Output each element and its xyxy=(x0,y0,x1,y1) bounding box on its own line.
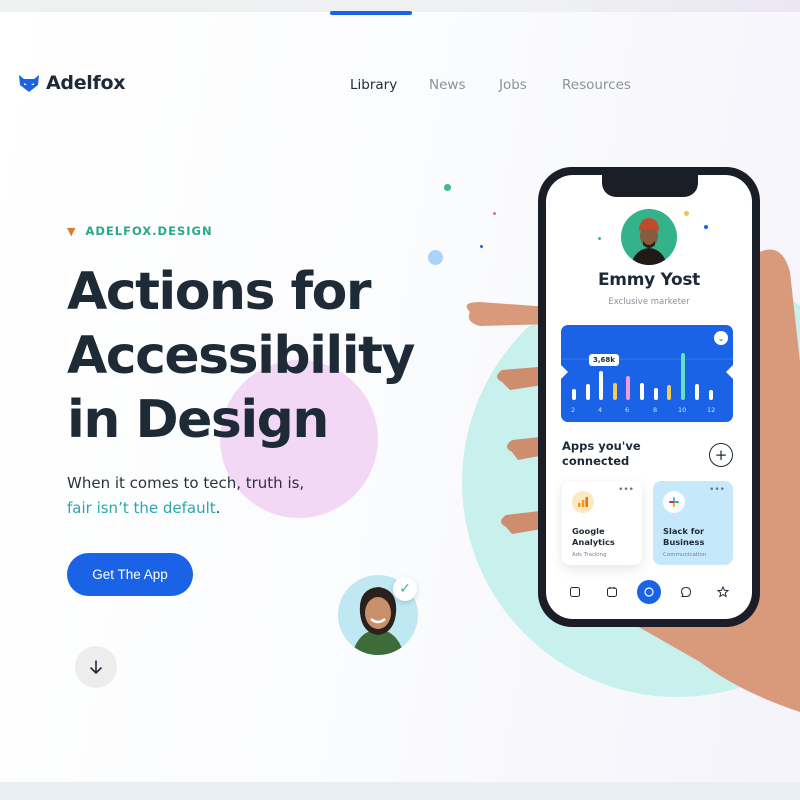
subtitle-period: . xyxy=(215,499,221,517)
fox-emoji-icon: ▼ xyxy=(67,224,76,238)
phone-screen: Emmy Yost Exclusive marketer 3,68k ⌄ 2 4… xyxy=(546,175,752,619)
brand-name: Adelfox xyxy=(46,72,126,94)
hero-subtitle: When it comes to tech, truth is, fair is… xyxy=(67,471,304,521)
more-icon[interactable]: ••• xyxy=(709,485,725,495)
headline-line-1: Actions for xyxy=(67,262,372,322)
decor-dot xyxy=(684,211,689,216)
slack-icon xyxy=(663,491,685,513)
chart-x-labels: 2 4 6 8 10 12 xyxy=(561,406,733,416)
chart-bar xyxy=(681,353,685,400)
profile-avatar xyxy=(621,209,677,265)
fox-logo-icon xyxy=(19,75,39,92)
chart-bar xyxy=(640,383,644,400)
app-name: Google Analytics xyxy=(572,526,615,547)
profile-role: Exclusive marketer xyxy=(608,297,690,307)
star-icon[interactable] xyxy=(711,580,735,604)
decor-dot xyxy=(704,225,708,229)
landing-page: Adelfox Library News Jobs Resources ▼ AD… xyxy=(0,12,800,782)
hero-headline: Actions for Accessibility in Design xyxy=(67,260,447,452)
hero-kicker: ▼ ADELFOX.DESIGN xyxy=(67,224,213,238)
decor-dot xyxy=(444,184,451,191)
app-card-google-analytics[interactable]: ••• Google Analytics Ads Tracking xyxy=(562,481,642,565)
plus-icon[interactable]: + xyxy=(709,443,733,467)
phone-mockup: Emmy Yost Exclusive marketer 3,68k ⌄ 2 4… xyxy=(538,167,760,627)
more-icon[interactable]: ••• xyxy=(618,485,634,495)
chart-bar xyxy=(599,371,603,400)
x-label: 2 xyxy=(571,406,576,414)
get-app-button[interactable]: Get The App xyxy=(67,553,193,596)
app-card-slack[interactable]: ••• Slack for Business Communication xyxy=(653,481,733,565)
check-icon: ✓ xyxy=(393,577,417,601)
x-label: 8 xyxy=(653,406,658,414)
subtitle-accent-link[interactable]: fair isn’t the default xyxy=(67,499,216,517)
google-analytics-icon xyxy=(572,491,594,513)
man-portrait-icon xyxy=(631,218,667,265)
headline-line-3: in Design xyxy=(67,390,329,450)
scroll-down-button[interactable] xyxy=(75,646,117,688)
chart-bar xyxy=(709,390,713,400)
chat-icon[interactable] xyxy=(674,580,698,604)
chart-tooltip: 3,68k xyxy=(589,354,619,366)
chart-bar xyxy=(695,384,699,400)
nav-news[interactable]: News xyxy=(429,77,465,93)
chart-bar xyxy=(586,384,590,400)
decor-dot xyxy=(598,237,601,240)
x-label: 4 xyxy=(598,406,603,414)
chart-bar xyxy=(654,388,658,400)
x-label: 10 xyxy=(678,406,687,414)
arrow-down-icon xyxy=(90,660,102,674)
chart-bar xyxy=(626,376,630,400)
app-desc: Ads Tracking xyxy=(572,552,607,558)
x-label: 12 xyxy=(707,406,716,414)
nav-jobs[interactable]: Jobs xyxy=(499,77,527,93)
kicker-text: ADELFOX.DESIGN xyxy=(85,224,213,238)
brand-logo[interactable]: Adelfox xyxy=(18,72,125,94)
chevron-down-icon[interactable]: ⌄ xyxy=(714,331,728,345)
chart-bar xyxy=(667,385,671,400)
chart-bar xyxy=(613,383,617,400)
subtitle-line-1: When it comes to tech, truth is, xyxy=(67,474,305,492)
nav-library[interactable]: Library xyxy=(350,77,397,93)
nav-resources[interactable]: Resources xyxy=(562,77,631,93)
home-icon[interactable] xyxy=(563,580,587,604)
headline-line-2: Accessibility xyxy=(67,326,415,386)
profile-name: Emmy Yost xyxy=(597,270,700,290)
phone-notch xyxy=(602,175,698,197)
chart-bar xyxy=(572,389,576,400)
stats-chart-card: 3,68k ⌄ 2 4 6 8 10 12 xyxy=(561,325,733,422)
search-icon[interactable] xyxy=(636,580,661,604)
app-name: Slack for Business xyxy=(663,526,705,547)
bottom-strip xyxy=(0,782,800,800)
apps-title: Apps you've connected xyxy=(562,439,641,468)
phone-tab-bar xyxy=(546,577,752,607)
x-label: 6 xyxy=(625,406,630,414)
app-desc: Communication xyxy=(663,552,707,558)
calendar-icon[interactable] xyxy=(600,580,624,604)
decor-dot xyxy=(493,212,496,215)
top-active-indicator xyxy=(330,11,412,15)
